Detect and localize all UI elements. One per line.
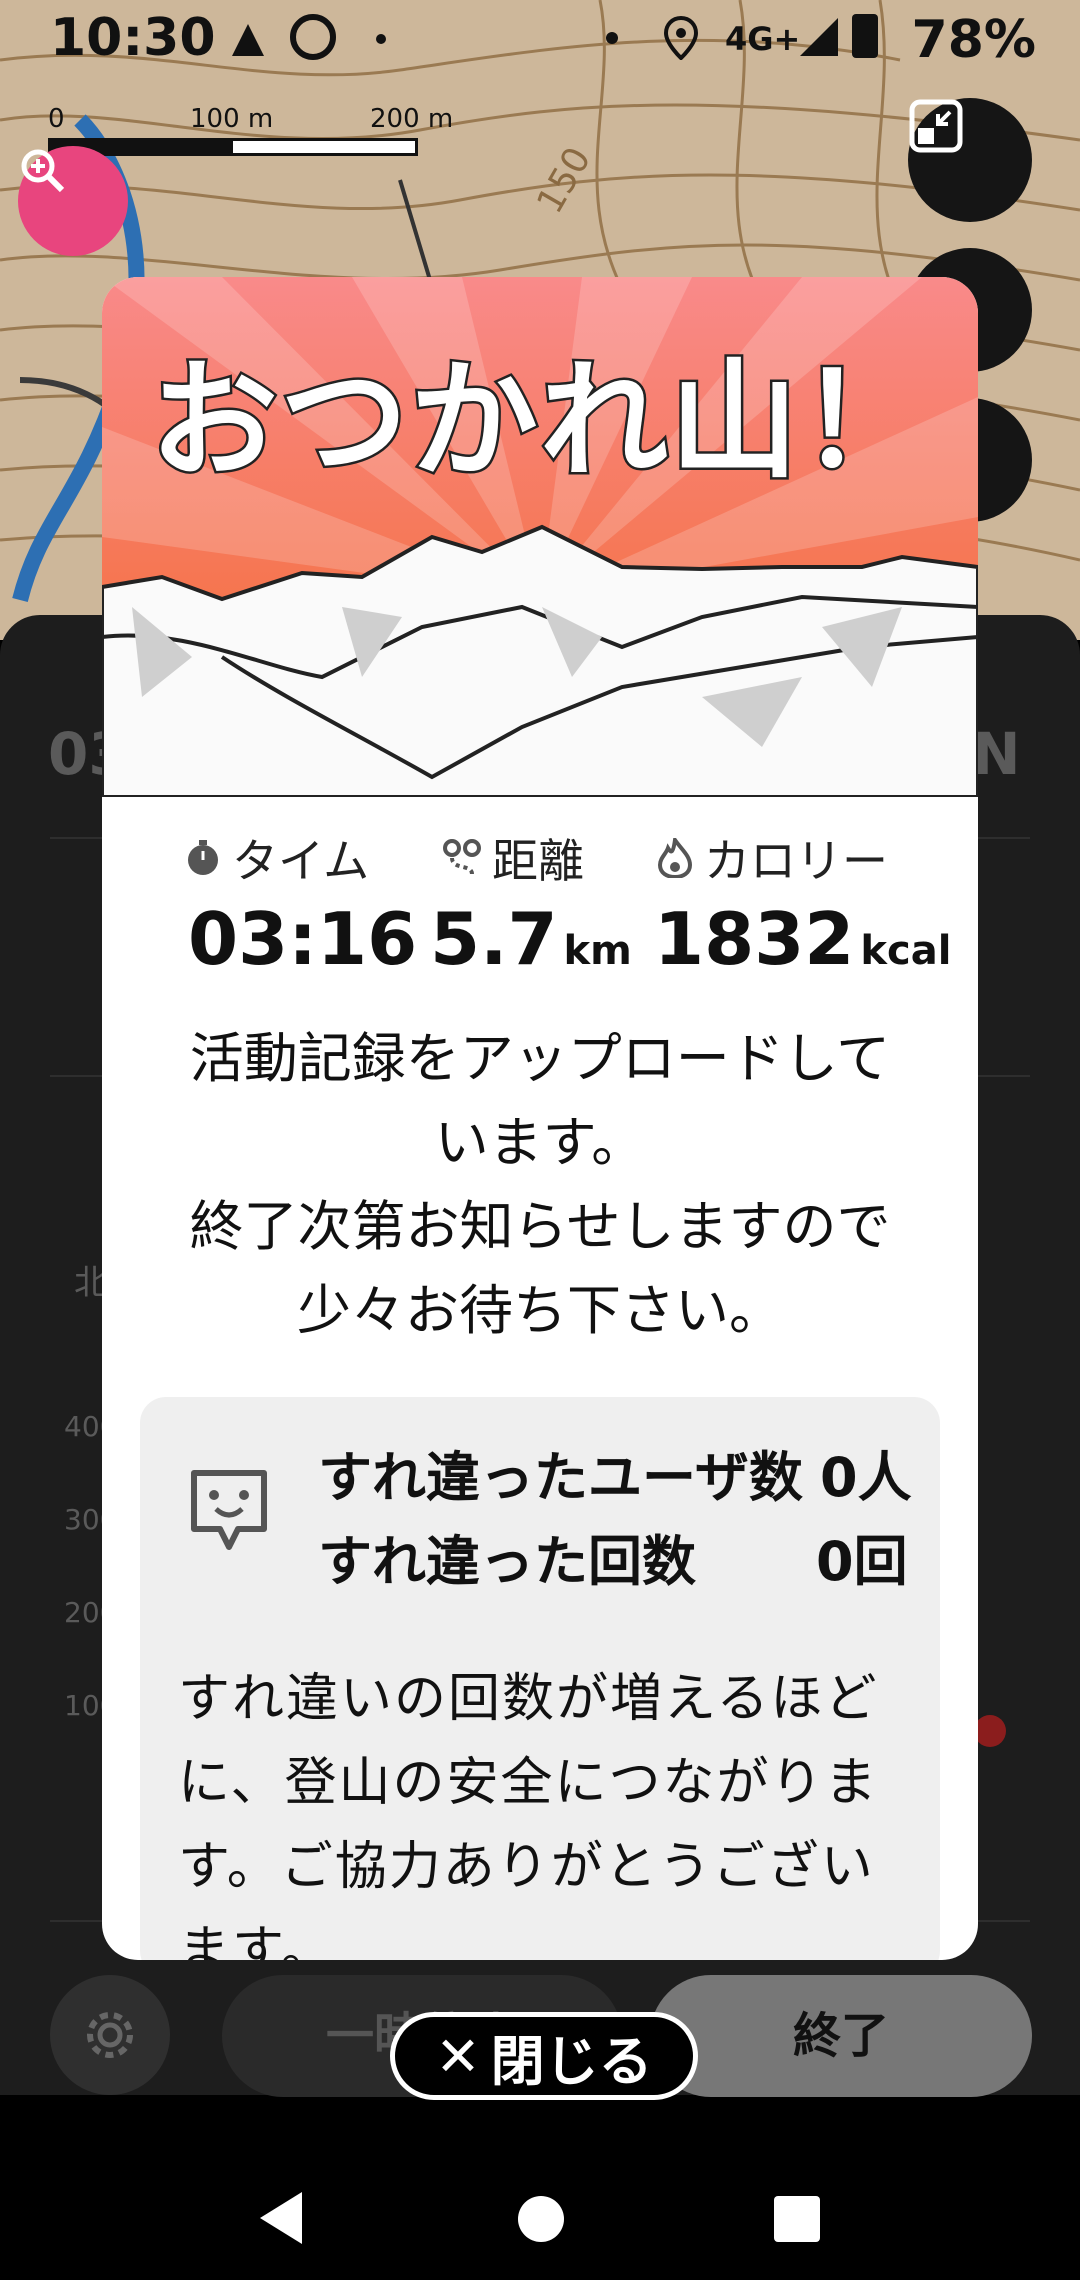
close-icon: ✕: [435, 2024, 481, 2088]
route-pin-icon: [443, 839, 481, 875]
settings-button[interactable]: [50, 1975, 170, 2095]
location-icon: [663, 15, 699, 64]
network-type: 4G+: [725, 20, 801, 58]
message-line: います。: [434, 1111, 646, 1174]
back-icon[interactable]: [256, 2190, 306, 2246]
scale-bar: [48, 138, 418, 156]
gear-icon: [87, 2012, 133, 2058]
position-marker: [974, 1715, 1006, 1747]
scale-label-100: 100 m: [190, 104, 274, 134]
passing-count-label: すれ違った回数: [318, 1530, 696, 1593]
battery-icon: [852, 14, 878, 58]
stat-label-text: カロリー: [704, 834, 888, 888]
stat-unit-text: km: [563, 928, 632, 974]
signal-triangle-icon: [230, 22, 266, 58]
chat-face-icon: [191, 1470, 267, 1550]
dialog-title: おつかれ山！: [147, 345, 930, 499]
zoom-button[interactable]: [18, 146, 128, 256]
stat-unit-text: kcal: [860, 928, 952, 974]
close-button[interactable]: ✕ 閉じる: [390, 2012, 698, 2100]
status-bar: 10:30 4G+ 78%: [0, 0, 1080, 80]
docomo-icon: [290, 14, 336, 60]
flame-icon: [657, 838, 693, 878]
dot-icon: [606, 32, 618, 44]
zoom-in-icon: [21, 149, 65, 193]
passing-users-label: すれ違ったユーザ数: [318, 1446, 803, 1509]
stat-value-text: 03:16: [188, 897, 418, 981]
message-line: 少々お待ち下さい。: [297, 1279, 783, 1342]
stat-value-text: 1832: [654, 897, 855, 981]
stat-value-text: 5.7: [430, 897, 558, 981]
scale-label-200: 200 m: [370, 104, 454, 134]
stat-calorie-label: カロリー: [656, 825, 888, 891]
scale-label-0: 0: [48, 104, 65, 134]
stopwatch-icon: [188, 840, 218, 875]
fullscreen-icon: [909, 99, 963, 153]
passing-users-value: 0人: [820, 1446, 912, 1509]
message-line: 終了次第お知らせしますので: [189, 1195, 891, 1258]
stat-distance-value: 5.7 km: [430, 897, 632, 981]
stat-distance-label: 距離: [442, 825, 584, 891]
stat-time-value: 03:16: [188, 897, 417, 981]
passing-count-value: 0回: [816, 1530, 908, 1593]
home-icon[interactable]: [518, 2196, 564, 2242]
upload-message: 活動記録をアップロードして います。 終了次第お知らせしますので 少々お待ち下さ…: [142, 1017, 938, 1353]
close-label: 閉じる: [490, 2029, 653, 2093]
stat-time-label: タイム: [184, 825, 369, 891]
stat-label-text: 距離: [492, 834, 584, 888]
stat-calorie-value: 1832 kcal: [654, 897, 951, 981]
passing-info-box: すれ違ったユーザ数 0人 すれ違った回数 0回 すれ違いの回数が増えるほどに、登…: [140, 1397, 940, 1960]
recents-icon[interactable]: [774, 2196, 820, 2242]
end-button[interactable]: 終了: [650, 1975, 1032, 2097]
navigation-bar: [0, 2140, 1080, 2280]
hero-banner: おつかれ山！: [102, 277, 978, 797]
stat-label-text: タイム: [232, 834, 370, 888]
panel-direction-stub: N: [972, 720, 1021, 788]
status-time: 10:30: [50, 8, 216, 68]
message-line: 活動記録をアップロードして: [189, 1027, 891, 1090]
passing-note: すれ違いの回数が増えるほどに、登山の安全につながります。ご協力ありがとうございま…: [178, 1669, 879, 1960]
fullscreen-button[interactable]: [908, 98, 1032, 222]
completion-dialog: おつかれ山！ タイム 03:16 距離 5.7 km カロリー 1832 kcal: [102, 277, 978, 1960]
battery-percent: 78%: [911, 10, 1036, 70]
cell-signal-icon: [798, 16, 840, 62]
notification-dot-icon: [376, 34, 386, 44]
